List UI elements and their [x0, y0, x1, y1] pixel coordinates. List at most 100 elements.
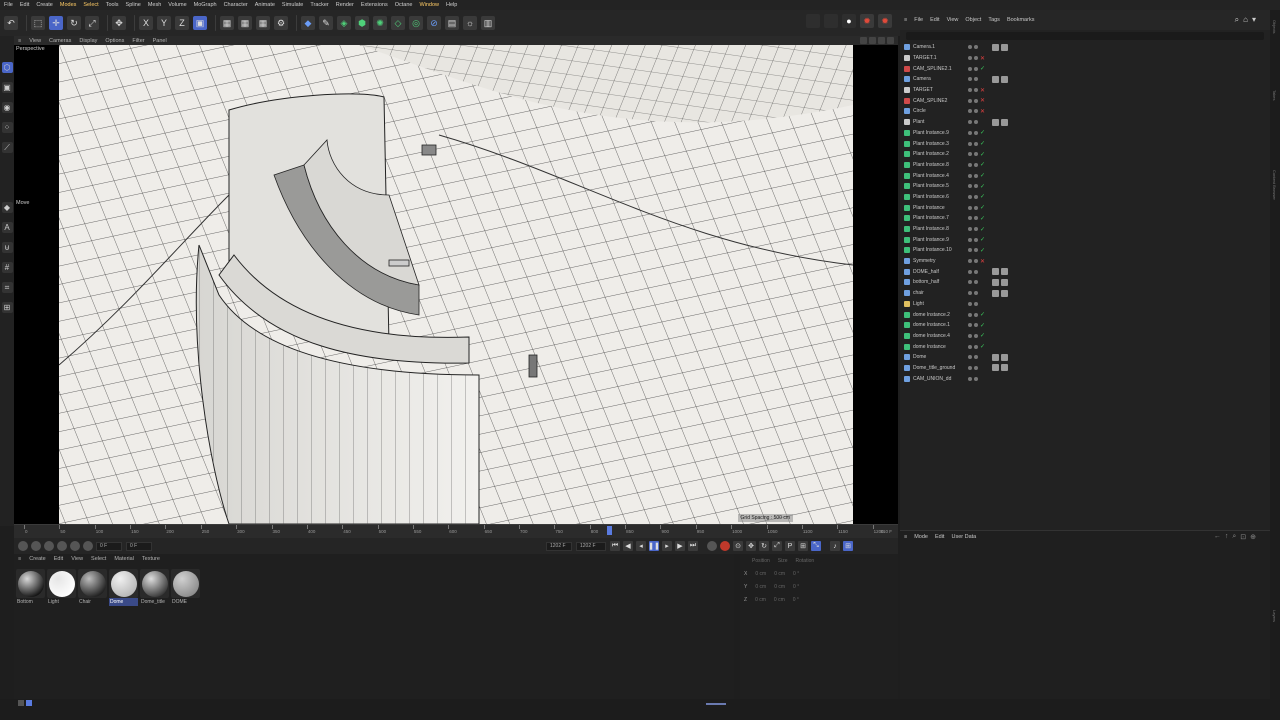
grid-key-icon[interactable]: ⊞	[798, 541, 808, 551]
material-menu-view[interactable]: View	[71, 556, 83, 562]
render-dot-icon[interactable]	[974, 184, 978, 189]
menu-create[interactable]: Create	[36, 2, 53, 8]
enabled-check-icon[interactable]: ✓	[980, 311, 985, 318]
tag-icon[interactable]	[992, 289, 999, 297]
menu-tools[interactable]: Tools	[106, 2, 119, 8]
render-dot-icon[interactable]	[974, 56, 978, 61]
visibility-dot-icon[interactable]	[968, 259, 972, 264]
tag-icon[interactable]	[1001, 353, 1008, 361]
tag-icon[interactable]	[992, 43, 999, 51]
render-dot-icon[interactable]	[974, 152, 978, 157]
material-swatch[interactable]: DOME	[171, 569, 200, 606]
position-key-icon[interactable]: ✥	[746, 541, 756, 551]
uvw-mode-icon[interactable]: ◉	[1, 102, 13, 113]
object-row[interactable]: Plant Instance.4 ✓	[900, 170, 1270, 181]
enabled-check-icon[interactable]: ✓	[980, 204, 985, 211]
disabled-cross-icon[interactable]: ✕	[980, 258, 985, 265]
visibility-dot-icon[interactable]	[968, 323, 972, 328]
snap-icon[interactable]: #	[1, 262, 13, 273]
visibility-dot-icon[interactable]	[968, 56, 972, 61]
timeline-ruler[interactable]: 810 F 0 50 100 150 200 250 300 350 400 450 500 550 6…	[14, 524, 898, 538]
back-arrow-icon[interactable]: ←	[1214, 533, 1221, 541]
render-picture-viewer-icon[interactable]: ▦	[256, 16, 270, 30]
subdivision-icon[interactable]: ◈	[337, 16, 351, 30]
visibility-dot-icon[interactable]	[968, 152, 972, 157]
coordinate-system-icon[interactable]: ▣	[193, 16, 207, 30]
disabled-cross-icon[interactable]: ✕	[980, 108, 985, 115]
maximize-icon[interactable]	[887, 37, 894, 44]
render-dot-icon[interactable]	[974, 312, 978, 317]
object-row[interactable]: Plant Instance.8 ✓	[900, 224, 1270, 235]
keyframe-dot-icon[interactable]	[31, 541, 41, 551]
visibility-dot-icon[interactable]	[968, 237, 972, 242]
timeline-window-icon[interactable]: ⊞	[843, 541, 853, 551]
enabled-check-icon[interactable]: ✓	[980, 343, 985, 350]
object-search-field[interactable]	[906, 32, 1264, 40]
visibility-dot-icon[interactable]	[968, 365, 972, 370]
render-dot-icon[interactable]	[974, 88, 978, 93]
material-menu-edit[interactable]: Edit	[54, 556, 63, 562]
go-to-end-icon[interactable]: ⏭	[688, 541, 698, 551]
points-mode-icon[interactable]: ⁘	[1, 122, 13, 133]
render-settings-icon[interactable]: ⚙	[274, 16, 288, 30]
enabled-check-icon[interactable]: ✓	[980, 247, 985, 254]
pan-icon[interactable]	[860, 37, 867, 44]
menu-help[interactable]: Help	[446, 2, 457, 8]
visibility-dot-icon[interactable]	[968, 66, 972, 71]
object-row[interactable]: Dome	[900, 352, 1270, 363]
disabled-cross-icon[interactable]: ✕	[980, 55, 985, 62]
object-row[interactable]: dome Instance ✓	[900, 341, 1270, 352]
material-swatch[interactable]: Dome	[109, 569, 138, 606]
render-dot-icon[interactable]	[974, 194, 978, 199]
sound-icon[interactable]: ♪	[830, 541, 840, 551]
viewport-menu-view[interactable]: View	[29, 38, 41, 44]
object-row[interactable]: Plant Instance.9 ✓	[900, 128, 1270, 139]
tag-icon[interactable]	[992, 278, 999, 286]
enabled-check-icon[interactable]: ✓	[980, 322, 985, 329]
object-row[interactable]: TARGET.1 ✕	[900, 53, 1270, 64]
tag-icon[interactable]	[992, 118, 999, 126]
object-row[interactable]: Plant Instance.2 ✓	[900, 149, 1270, 160]
menu-mesh[interactable]: Mesh	[148, 2, 161, 8]
render-dot-icon[interactable]	[974, 355, 978, 360]
menu-render[interactable]: Render	[336, 2, 354, 8]
tag-icon[interactable]	[1001, 278, 1008, 286]
magnet-icon[interactable]: ⊍	[1, 242, 13, 253]
render-dot-icon[interactable]	[974, 280, 978, 285]
material-swatch[interactable]: Bottom	[16, 569, 45, 606]
tag-icon[interactable]	[1001, 118, 1008, 126]
object-row[interactable]: Camera.1	[900, 42, 1270, 53]
y-axis-lock-icon[interactable]: Y	[157, 16, 171, 30]
render-dot-icon[interactable]	[974, 376, 978, 381]
coord-value-field[interactable]: 0 cm	[774, 571, 785, 577]
object-row[interactable]: Plant Instance.9 ✓	[900, 234, 1270, 245]
visibility-dot-icon[interactable]	[968, 312, 972, 317]
polygons-mode-icon[interactable]: ◆	[1, 202, 13, 213]
visibility-dot-icon[interactable]	[968, 141, 972, 146]
coord-value-field[interactable]: 0 cm	[755, 597, 766, 603]
scale-tool-icon[interactable]: ⤢	[85, 16, 99, 30]
move-axis-icon[interactable]: ✥	[112, 16, 126, 30]
object-menu-edit[interactable]: Edit	[930, 17, 939, 23]
viewport-menu-cameras[interactable]: Cameras	[49, 38, 71, 44]
render-dot-icon[interactable]	[974, 323, 978, 328]
search-icon[interactable]: ⌕	[1232, 533, 1236, 541]
object-row[interactable]: CAM_UNION_dd	[900, 373, 1270, 384]
coord-value-field[interactable]: 0 °	[793, 597, 799, 603]
object-row[interactable]: bottom_half	[900, 277, 1270, 288]
object-row[interactable]: Plant Instance.8 ✓	[900, 160, 1270, 171]
render-dot-icon[interactable]	[974, 77, 978, 82]
deformer-icon[interactable]: ◇	[391, 16, 405, 30]
object-row[interactable]: Light	[900, 299, 1270, 310]
render-dot-icon[interactable]	[974, 120, 978, 125]
menu-extensions[interactable]: Extensions	[361, 2, 388, 8]
render-view-icon[interactable]: ▦	[238, 16, 252, 30]
tag-icon[interactable]	[992, 364, 999, 372]
visibility-dot-icon[interactable]	[968, 109, 972, 114]
menu-file[interactable]: File	[4, 2, 13, 8]
material-preview[interactable]	[78, 569, 107, 598]
undo-icon[interactable]: ↶	[4, 16, 18, 30]
render-dot-icon[interactable]	[974, 365, 978, 370]
enabled-check-icon[interactable]: ✓	[980, 161, 985, 168]
grid-icon[interactable]: ⊞	[1, 302, 13, 313]
